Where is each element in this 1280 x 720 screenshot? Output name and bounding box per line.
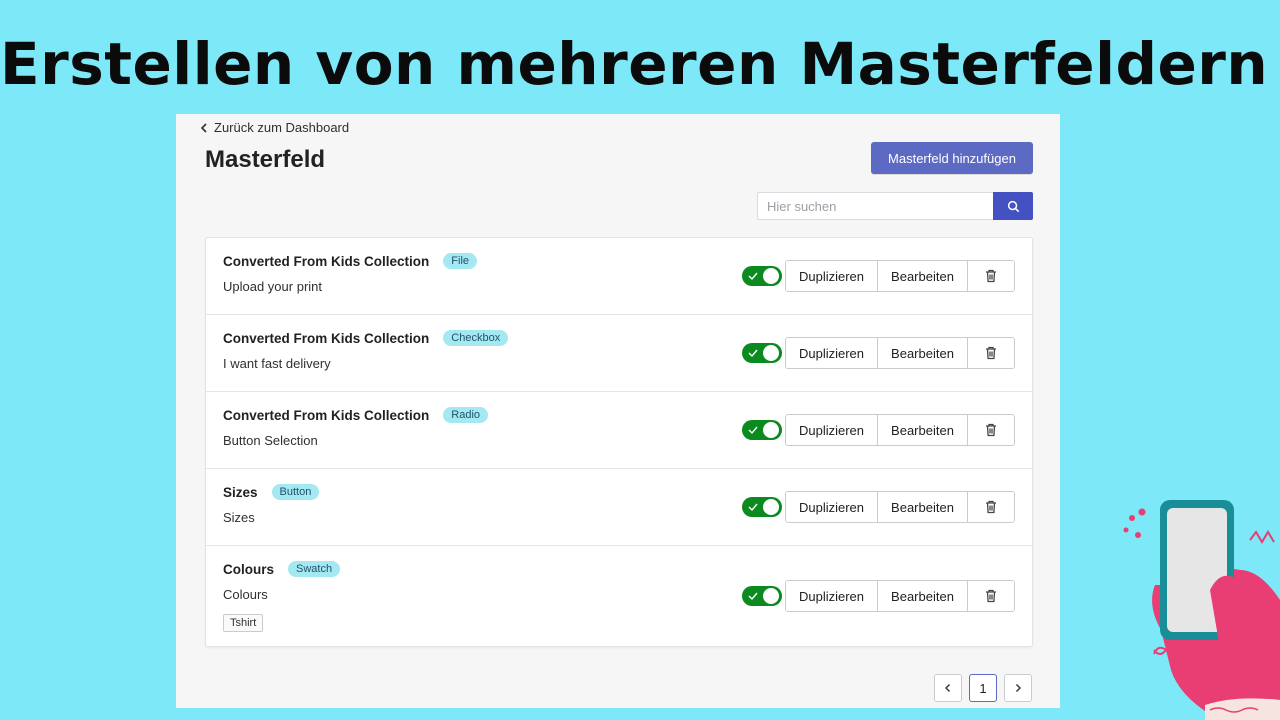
trash-icon — [986, 346, 996, 360]
next-page-button[interactable] — [1004, 674, 1032, 702]
check-icon — [748, 272, 758, 281]
list-item: Colours Swatch Colours Tshirt Dupliziere… — [206, 546, 1032, 646]
row-subtitle: Upload your print — [223, 279, 322, 294]
trash-icon — [986, 589, 996, 603]
row-subtitle: Sizes — [223, 510, 255, 525]
app-window: Zurück zum Dashboard Masterfeld Masterfe… — [176, 114, 1060, 708]
type-badge: Checkbox — [443, 330, 509, 346]
chevron-right-icon — [1016, 684, 1021, 692]
row-title: Converted From Kids Collection — [223, 330, 430, 346]
toggle-knob — [763, 268, 779, 284]
row-subtitle: I want fast delivery — [223, 356, 331, 371]
duplicate-button[interactable]: Duplizieren — [786, 492, 878, 522]
delete-button[interactable] — [968, 581, 1014, 611]
edit-button[interactable]: Bearbeiten — [878, 261, 968, 291]
pagination: 1 — [934, 674, 1032, 702]
trash-icon — [986, 269, 996, 283]
enable-toggle[interactable] — [742, 420, 782, 440]
row-title: Converted From Kids Collection — [223, 253, 430, 269]
check-icon — [748, 503, 758, 512]
search-button[interactable] — [993, 192, 1033, 220]
delete-button[interactable] — [968, 338, 1014, 368]
phone-hand-illustration — [1123, 500, 1280, 720]
edit-button[interactable]: Bearbeiten — [878, 492, 968, 522]
row-button-group: Duplizieren Bearbeiten — [785, 260, 1015, 292]
row-subtitle: Button Selection — [223, 433, 318, 448]
toggle-knob — [763, 345, 779, 361]
row-actions: Duplizieren Bearbeiten — [742, 337, 1015, 369]
row-heading: Converted From Kids Collection Radio — [223, 407, 489, 423]
row-heading: Sizes Button — [223, 484, 320, 500]
edit-button[interactable]: Bearbeiten — [878, 338, 968, 368]
enable-toggle[interactable] — [742, 343, 782, 363]
list-item: Sizes Button Sizes Duplizieren Bearbeite… — [206, 469, 1032, 546]
trash-icon — [986, 423, 996, 437]
trash-icon — [986, 500, 996, 514]
duplicate-button[interactable]: Duplizieren — [786, 581, 878, 611]
edit-button[interactable]: Bearbeiten — [878, 415, 968, 445]
type-badge: Button — [271, 484, 320, 500]
add-masterfield-button[interactable]: Masterfeld hinzufügen — [871, 142, 1033, 174]
delete-button[interactable] — [968, 492, 1014, 522]
type-badge: File — [443, 253, 478, 269]
search-icon — [1007, 200, 1019, 212]
toggle-knob — [763, 422, 779, 438]
row-button-group: Duplizieren Bearbeiten — [785, 491, 1015, 523]
chevron-left-icon — [945, 684, 950, 692]
check-icon — [748, 349, 758, 358]
back-link-label: Zurück zum Dashboard — [214, 120, 350, 135]
toggle-knob — [763, 588, 779, 604]
row-title: Colours — [223, 561, 275, 577]
masterfield-list: Converted From Kids Collection File Uplo… — [205, 237, 1033, 647]
row-actions: Duplizieren Bearbeiten — [742, 491, 1015, 523]
duplicate-button[interactable]: Duplizieren — [786, 338, 878, 368]
enable-toggle[interactable] — [742, 497, 782, 517]
page-number-button[interactable]: 1 — [969, 674, 997, 702]
search-bar — [757, 192, 1033, 220]
product-tag: Tshirt — [223, 614, 264, 632]
duplicate-button[interactable]: Duplizieren — [786, 261, 878, 291]
toggle-knob — [763, 499, 779, 515]
search-input[interactable] — [757, 192, 993, 220]
row-actions: Duplizieren Bearbeiten — [742, 580, 1015, 612]
row-button-group: Duplizieren Bearbeiten — [785, 414, 1015, 446]
check-icon — [748, 592, 758, 601]
row-subtitle: Colours — [223, 587, 268, 602]
type-badge: Radio — [443, 407, 489, 423]
edit-button[interactable]: Bearbeiten — [878, 581, 968, 611]
row-title: Sizes — [223, 484, 258, 500]
row-actions: Duplizieren Bearbeiten — [742, 414, 1015, 446]
row-title: Converted From Kids Collection — [223, 407, 430, 423]
row-button-group: Duplizieren Bearbeiten — [785, 337, 1015, 369]
list-item: Converted From Kids Collection Radio But… — [206, 392, 1032, 469]
page-title: Masterfeld — [205, 146, 326, 173]
list-item: Converted From Kids Collection File Uplo… — [206, 238, 1032, 315]
previous-page-button[interactable] — [934, 674, 962, 702]
duplicate-button[interactable]: Duplizieren — [786, 415, 878, 445]
chevron-left-icon — [200, 122, 207, 133]
check-icon — [748, 426, 758, 435]
row-actions: Duplizieren Bearbeiten — [742, 260, 1015, 292]
enable-toggle[interactable] — [742, 586, 782, 606]
row-heading: Colours Swatch — [223, 561, 341, 577]
delete-button[interactable] — [968, 415, 1014, 445]
back-link[interactable]: Zurück zum Dashboard — [198, 120, 349, 135]
row-button-group: Duplizieren Bearbeiten — [785, 580, 1015, 612]
delete-button[interactable] — [968, 261, 1014, 291]
headline: Erstellen von mehreren Masterfeldern — [0, 30, 1269, 98]
row-heading: Converted From Kids Collection File — [223, 253, 478, 269]
enable-toggle[interactable] — [742, 266, 782, 286]
list-item: Converted From Kids Collection Checkbox … — [206, 315, 1032, 392]
type-badge: Swatch — [288, 561, 341, 577]
row-heading: Converted From Kids Collection Checkbox — [223, 330, 509, 346]
